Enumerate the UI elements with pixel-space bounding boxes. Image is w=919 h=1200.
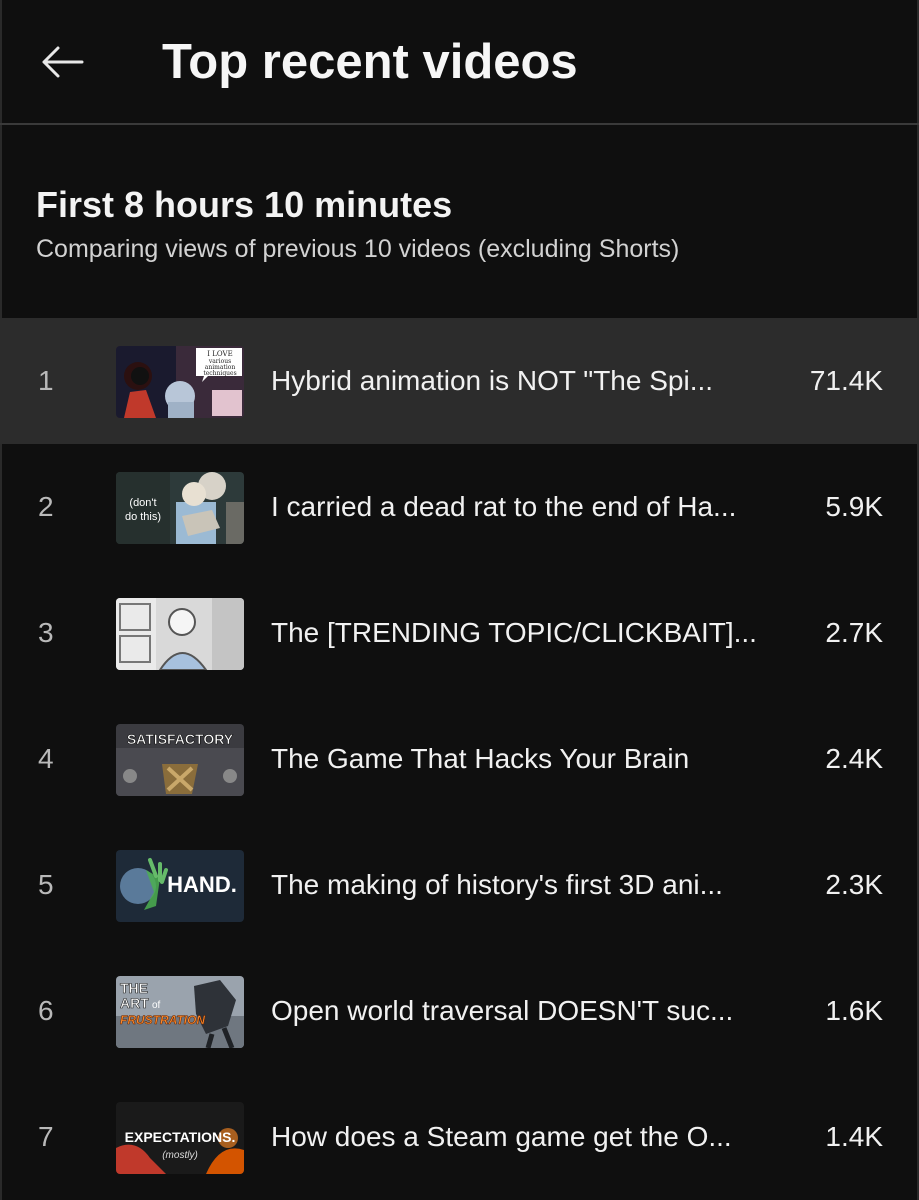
thumb-caption: techniques [203, 370, 236, 377]
view-count: 1.4K [825, 1121, 883, 1152]
thumb-caption: (mostly) [162, 1150, 198, 1161]
video-title: Open world traversal DOESN'T suc... [271, 995, 734, 1026]
thumb-caption: EXPECTATIONS. [125, 1129, 236, 1145]
thumb-caption: do this) [125, 511, 161, 523]
thumb-caption: (don't [129, 497, 156, 509]
video-row[interactable]: 1 I LOVE various animation techniques Hy… [0, 318, 919, 444]
view-count: 2.7K [825, 617, 883, 648]
thumb-caption: HAND. [167, 872, 237, 897]
video-thumbnail: HAND. [116, 850, 244, 922]
video-thumbnail: I LOVE various animation techniques [116, 346, 244, 418]
rank-number: 1 [38, 365, 54, 396]
thumb-caption: of [152, 1000, 161, 1011]
video-row[interactable]: 4 SATISFACTORY The Game That Hacks Your … [0, 696, 919, 822]
video-title: The Game That Hacks Your Brain [271, 743, 690, 774]
thumb-caption: THE [120, 980, 148, 996]
video-row[interactable]: 2 (don't do this) I carried a dead rat t… [0, 444, 919, 570]
video-title: I carried a dead rat to the end of Ha... [271, 491, 737, 522]
video-thumbnail: EXPECTATIONS. (mostly) [116, 1102, 244, 1174]
rank-number: 7 [38, 1121, 54, 1152]
video-thumbnail [116, 598, 244, 670]
thumb-caption: ART [120, 995, 149, 1011]
video-row[interactable]: 6 THE ART of FRUSTRATION Open world trav… [0, 948, 919, 1074]
video-row[interactable]: 3 The [TRENDING TOPIC/CLICKBAIT]... 2.7K [0, 570, 919, 696]
view-count: 2.3K [825, 869, 883, 900]
thumb-caption: SATISFACTORY [127, 731, 234, 747]
rank-number: 5 [38, 869, 54, 900]
video-title: Hybrid animation is NOT "The Spi... [271, 365, 714, 396]
thumb-caption: FRUSTRATION [120, 1013, 205, 1027]
rank-number: 2 [38, 491, 54, 522]
page-title: Top recent videos [162, 35, 578, 89]
rank-number: 4 [38, 743, 54, 774]
view-count: 2.4K [825, 743, 883, 774]
video-thumbnail: (don't do this) [116, 472, 244, 544]
video-row[interactable]: 5 HAND. The making of history's first 3D… [0, 822, 919, 948]
arrow-left-icon [42, 46, 84, 78]
video-title: The [TRENDING TOPIC/CLICKBAIT]... [271, 617, 757, 648]
view-count: 71.4K [809, 365, 883, 396]
view-count: 1.6K [825, 995, 883, 1026]
section-subtitle: Comparing views of previous 10 videos (e… [36, 235, 680, 263]
view-count: 5.9K [825, 491, 883, 522]
video-row[interactable]: 7 EXPECTATIONS. (mostly) How does a Stea… [0, 1074, 919, 1200]
video-thumbnail: THE ART of FRUSTRATION [116, 976, 244, 1048]
video-thumbnail: SATISFACTORY [116, 724, 244, 796]
back-button[interactable] [30, 34, 94, 90]
section-title: First 8 hours 10 minutes [36, 184, 453, 225]
video-title: How does a Steam game get the O... [271, 1121, 732, 1152]
rank-number: 3 [38, 617, 54, 648]
top-app-bar: Top recent videos [0, 0, 919, 125]
video-title: The making of history's first 3D ani... [271, 869, 723, 900]
rank-number: 6 [38, 995, 54, 1026]
thumb-caption: I LOVE [207, 350, 232, 358]
